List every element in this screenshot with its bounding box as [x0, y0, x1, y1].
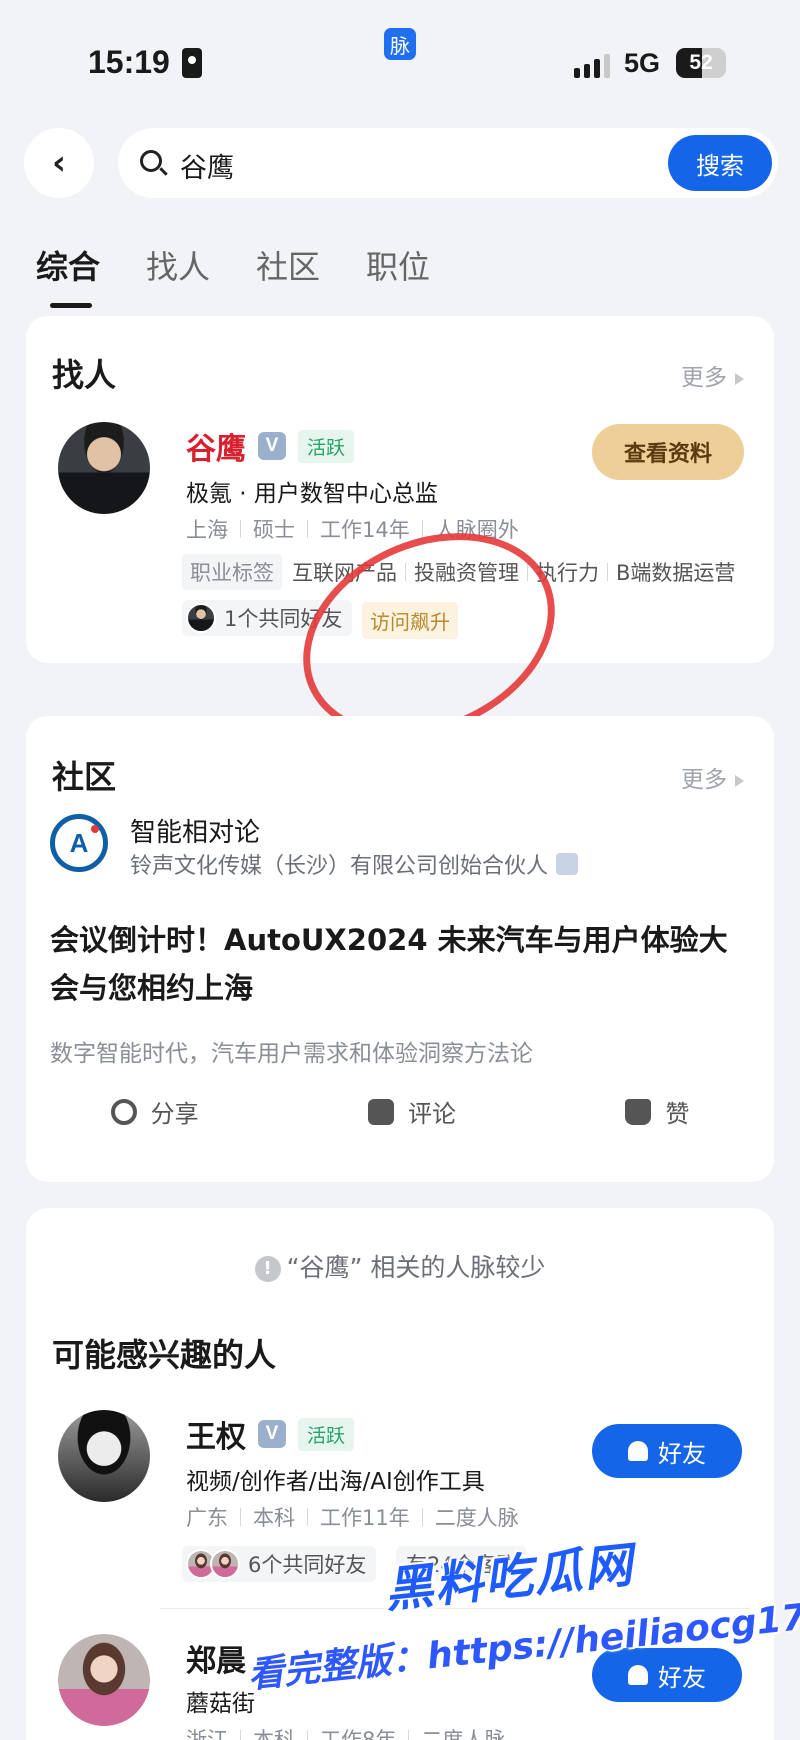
view-profile-button[interactable]: 查看资料: [592, 424, 744, 480]
people-section-title: 找人: [52, 356, 117, 394]
person-title: 极氪 · 用户数智中心总监: [186, 481, 438, 507]
people-more-link[interactable]: 更多: [681, 358, 744, 392]
tab-bar: 综合 找人 社区 职位: [36, 242, 430, 308]
add-friend-label: 好友: [658, 1663, 706, 1692]
person-title: 视频/创作者/出海/AI创作工具: [186, 1469, 485, 1495]
info-icon: !: [254, 1256, 281, 1282]
meta-location: 浙江: [186, 1728, 228, 1740]
org-desc-text: 铃声文化传媒（长沙）有限公司创始合伙人: [130, 854, 549, 879]
activity-badge: 活跃: [298, 1417, 355, 1451]
activity-badge: 活跃: [298, 429, 355, 463]
search-input[interactable]: 谷鹰 搜索: [118, 128, 778, 198]
back-button[interactable]: ‹: [24, 128, 94, 198]
tab-all[interactable]: 综合: [36, 242, 100, 308]
tab-community[interactable]: 社区: [256, 242, 320, 308]
status-bar: 15:19 脉 5G 52: [0, 0, 800, 110]
post-actions: 分享 评论 赞: [26, 1094, 774, 1129]
avatar[interactable]: [58, 422, 150, 514]
network-type: 5G: [624, 48, 661, 78]
meta-relation: 二度人脉: [421, 1728, 506, 1740]
app-badge: 脉: [384, 28, 416, 60]
search-icon: [140, 150, 162, 172]
community-more-link[interactable]: 更多: [681, 760, 744, 794]
mutual-avatar: [210, 1549, 240, 1579]
mutual-friends[interactable]: 6个共同好友: [182, 1546, 377, 1582]
person-name[interactable]: 郑晨: [186, 1636, 246, 1680]
meta-experience: 工作14年: [320, 518, 410, 542]
meta-experience: 工作8年: [320, 1728, 397, 1740]
signal-icon: [574, 54, 610, 78]
meta-relation: 二度人脉: [434, 1506, 519, 1530]
share-icon: [110, 1098, 137, 1125]
add-friend-button[interactable]: 好友: [592, 1424, 742, 1478]
meta-experience: 工作11年: [320, 1506, 410, 1530]
community-card: 社区 更多 A 智能相对论 铃声文化传媒（长沙）有限公司创始合伙人 会议倒计时！…: [26, 716, 774, 1182]
search-button[interactable]: 搜索: [668, 135, 772, 191]
verified-icon: V: [258, 432, 286, 460]
person-meta: 浙江 本科 工作8年 二度人脉: [186, 1724, 505, 1740]
mutual-avatar: [186, 603, 216, 633]
meta-degree: 本科: [253, 1728, 295, 1740]
mutual-count: 6个共同好友: [248, 1553, 367, 1577]
tab-people[interactable]: 找人: [146, 242, 210, 308]
id-card-icon: [182, 48, 202, 78]
share-button[interactable]: 分享: [110, 1094, 199, 1129]
org-description: 铃声文化传媒（长沙）有限公司创始合伙人: [130, 848, 579, 880]
community-section-title: 社区: [52, 758, 117, 796]
clock: 15:19: [88, 44, 170, 80]
like-button[interactable]: 赞: [625, 1094, 689, 1129]
post-summary[interactable]: 数字智能时代，汽车用户需求和体验洞察方法论: [50, 1034, 533, 1068]
meta-degree: 本科: [253, 1506, 295, 1530]
comment-label: 评论: [407, 1100, 456, 1128]
badge-icon: [556, 853, 579, 875]
low-results-notice: ! “谷鹰” 相关的人脉较少: [26, 1248, 774, 1284]
add-friend-label: 好友: [658, 1439, 706, 1468]
person-name[interactable]: 王权: [186, 1412, 246, 1456]
meta-location: 广东: [186, 1506, 228, 1530]
search-query[interactable]: 谷鹰: [180, 146, 234, 185]
post-title[interactable]: 会议倒计时！AutoUX2024 未来汽车与用户体验大会与您相约上海: [50, 916, 750, 1012]
org-name[interactable]: 智能相对论: [130, 812, 260, 849]
tag-head: 职业标签: [182, 554, 282, 590]
thumbs-up-icon: [625, 1098, 652, 1125]
person-meta: 广东 本科 工作11年 二度人脉: [186, 1502, 519, 1532]
avatar[interactable]: [58, 1634, 150, 1726]
recommend-section-title: 可能感兴趣的人: [52, 1336, 277, 1374]
tab-jobs[interactable]: 职位: [366, 242, 430, 308]
org-logo[interactable]: A: [50, 814, 108, 872]
like-label: 赞: [665, 1100, 690, 1128]
battery-level: 52: [689, 51, 713, 74]
chevron-left-icon: ‹: [51, 143, 66, 183]
person-add-icon: [628, 1441, 648, 1461]
person-name[interactable]: 谷鹰: [186, 424, 246, 468]
battery-icon: 52: [676, 48, 726, 78]
notice-text: “谷鹰” 相关的人脉较少: [286, 1253, 546, 1282]
meta-degree: 硕士: [253, 518, 295, 542]
person-title: 蘑菇街: [186, 1691, 255, 1717]
tag: B端数据运营: [616, 561, 736, 585]
avatar[interactable]: [58, 1410, 150, 1502]
meta-location: 上海: [186, 518, 228, 542]
comment-button[interactable]: 评论: [367, 1094, 456, 1129]
person-add-icon: [628, 1665, 648, 1685]
verified-icon: V: [258, 1420, 286, 1448]
comment-icon: [367, 1098, 394, 1125]
share-label: 分享: [150, 1100, 199, 1128]
